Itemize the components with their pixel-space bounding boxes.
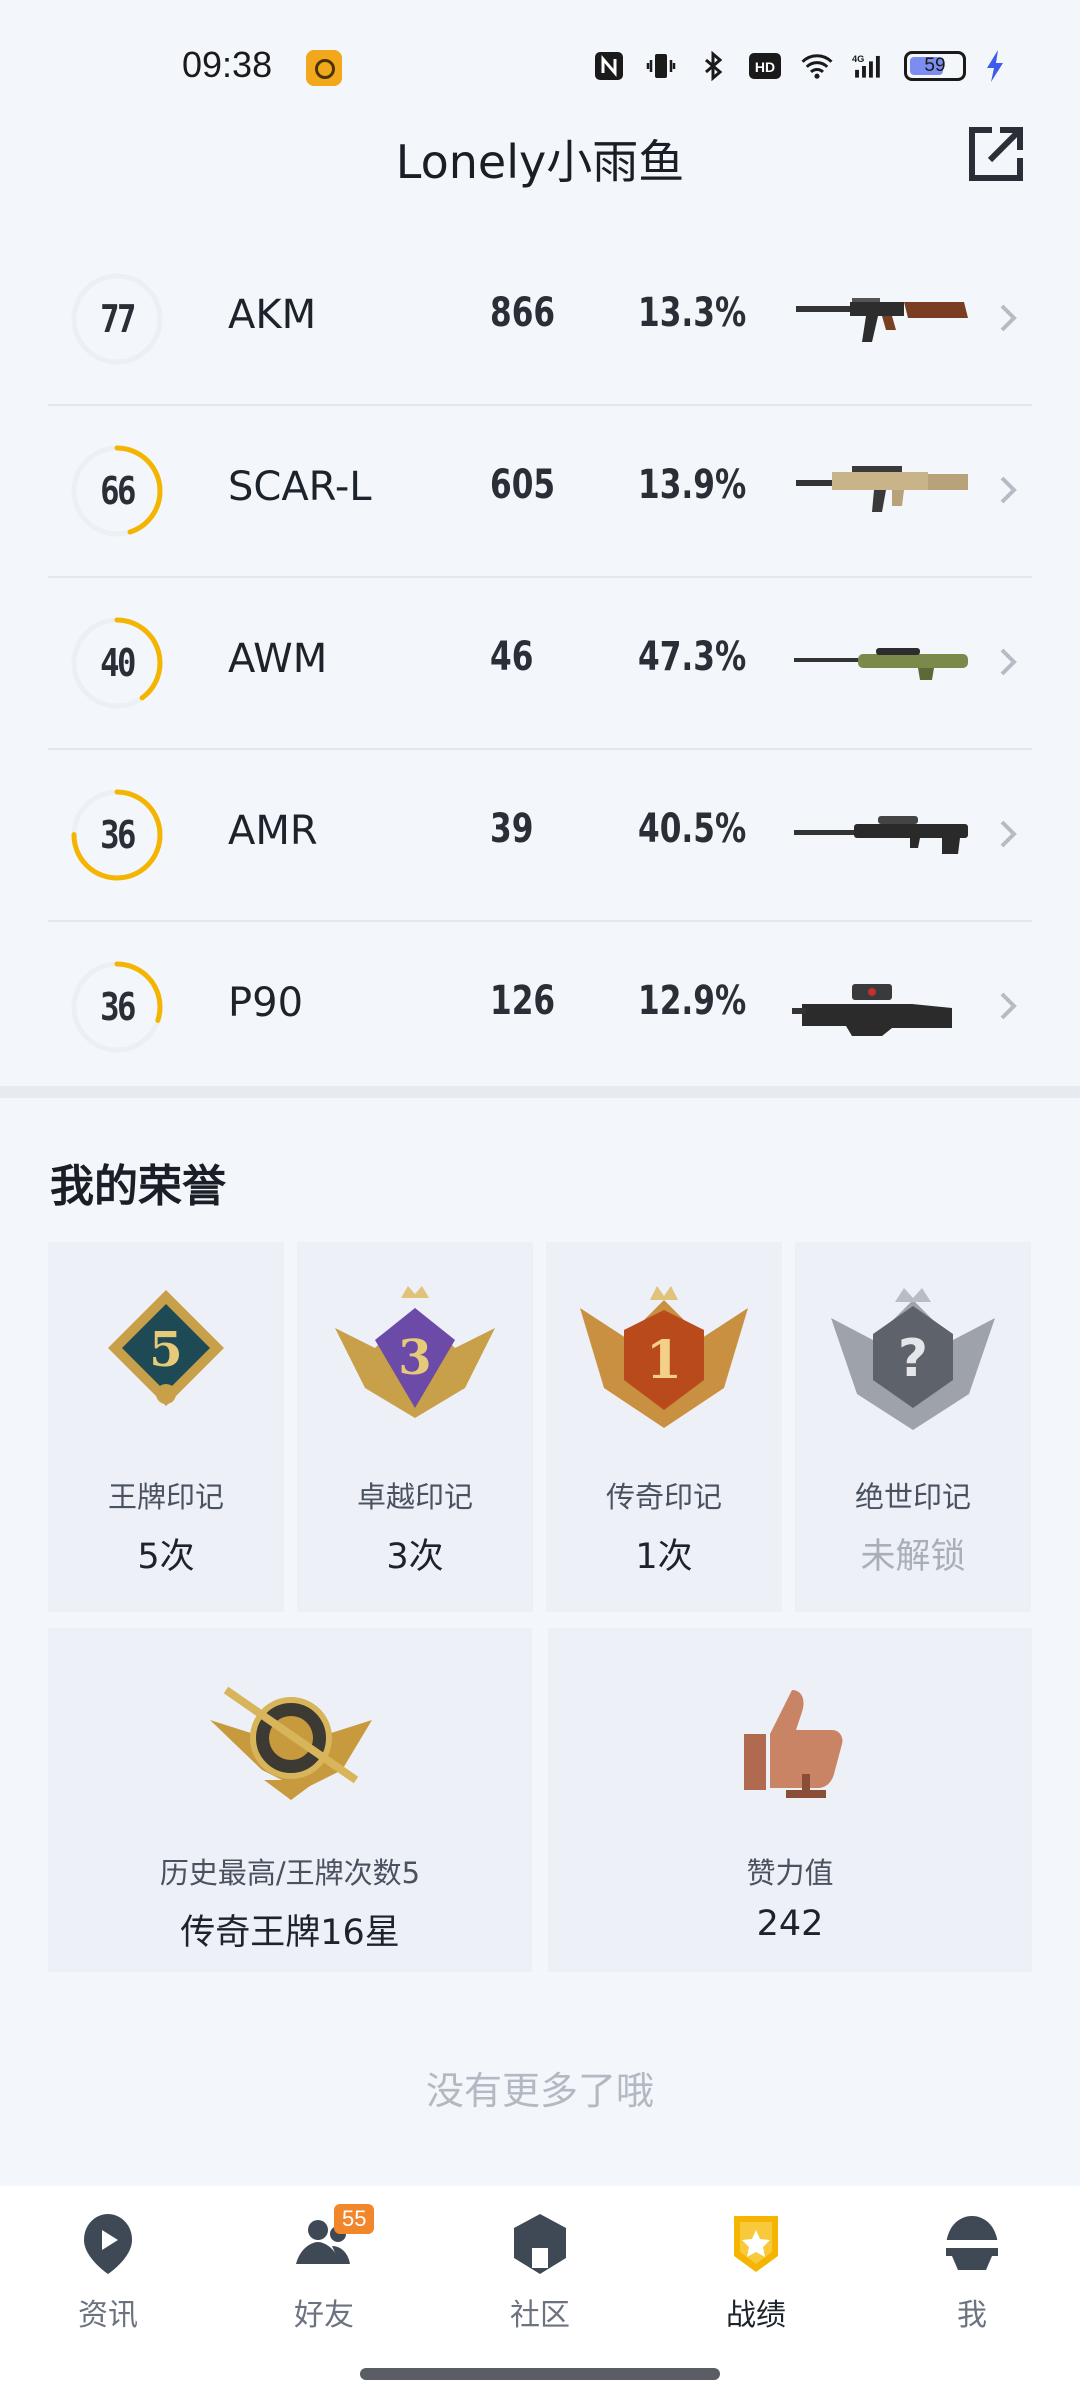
- friends-badge: 55: [334, 2204, 375, 2234]
- weapon-name: SCAR-L: [228, 464, 372, 510]
- legend-ace-rank-icon: [210, 1686, 372, 1800]
- likes-card[interactable]: 赞力值 242: [548, 1628, 1032, 1972]
- nav-news[interactable]: 资讯: [38, 2208, 178, 2334]
- badge-label: 绝世印记: [854, 1480, 971, 1514]
- highest-rank-value: 传奇王牌16星: [180, 1913, 400, 1953]
- legend-emblem-number: 1: [646, 1330, 682, 1391]
- badge-value: 未解锁: [860, 1537, 966, 1577]
- p90-smg-icon: [792, 984, 952, 1036]
- badge-value: 1次: [635, 1537, 693, 1577]
- legend-mark-badge-icon: 1: [580, 1286, 748, 1428]
- amr-sniper-icon: [794, 816, 968, 854]
- weapon-kills: 46: [490, 634, 534, 680]
- status-bar: 09:38 HD 4G 59: [0, 0, 1080, 130]
- weapon-level: 66: [100, 469, 136, 513]
- signal-4g-icon: 4G: [852, 49, 886, 83]
- peerless-mark-badge-icon: ?: [831, 1288, 995, 1430]
- chevron-right-icon: [1000, 992, 1017, 1020]
- weapon-row[interactable]: 36 AMR 39 40.5%: [48, 750, 1032, 922]
- svg-text:4G: 4G: [852, 54, 864, 64]
- weapon-name: AKM: [228, 292, 317, 338]
- excellence-emblem-number: 3: [398, 1330, 431, 1386]
- nav-friends[interactable]: 55 好友: [254, 2204, 394, 2334]
- badge-value: 3次: [386, 1537, 444, 1577]
- scar-l-rifle-icon: [796, 466, 968, 512]
- weapon-rate: 47.3%: [638, 634, 747, 680]
- weapon-row[interactable]: 77 AKM 866 13.3%: [48, 234, 1032, 406]
- peerless-emblem-symbol: ?: [898, 1329, 928, 1389]
- highest-rank-label: 历史最高/王牌次数5: [159, 1856, 421, 1890]
- weapon-rate: 40.5%: [638, 806, 747, 852]
- weapon-kills: 126: [490, 978, 556, 1024]
- weapon-name: AWM: [228, 636, 328, 682]
- awm-sniper-icon: [794, 648, 968, 680]
- section-divider: [0, 1086, 1080, 1098]
- me-helmet-icon: [946, 2216, 998, 2270]
- likes-value: 242: [756, 1904, 824, 1944]
- highest-rank-card[interactable]: 历史最高/王牌次数5 传奇王牌16星: [48, 1628, 532, 1972]
- weapon-kills: 39: [490, 806, 534, 852]
- chevron-right-icon: [1000, 476, 1017, 504]
- nav-me[interactable]: 我: [902, 2208, 1042, 2334]
- badge-label: 传奇印记: [605, 1480, 722, 1514]
- ace-mark-card[interactable]: 5 王牌印记 5次: [48, 1242, 284, 1612]
- battery-icon: 59: [904, 51, 966, 81]
- weapon-rate: 13.3%: [638, 290, 747, 336]
- honor-section-title: 我的荣誉: [50, 1161, 226, 1212]
- ace-mark-badge-icon: 5: [108, 1290, 224, 1406]
- nav-label: 好友: [294, 2298, 354, 2333]
- weapon-row[interactable]: 66 SCAR-L 605 13.9%: [48, 406, 1032, 578]
- svg-text:HD: HD: [755, 59, 775, 75]
- news-icon: [84, 2214, 132, 2274]
- nav-community[interactable]: 社区: [470, 2208, 610, 2334]
- weapon-row[interactable]: 36 P90 126 12.9%: [48, 922, 1032, 1092]
- nav-label: 战绩: [726, 2298, 786, 2333]
- badge-value: 5次: [137, 1537, 195, 1577]
- thumbs-up-icon: [744, 1690, 843, 1798]
- chevron-right-icon: [1000, 648, 1017, 676]
- vibrate-icon: [644, 49, 678, 83]
- nav-label: 我: [957, 2298, 987, 2333]
- battery-level: 59: [924, 55, 946, 76]
- likes-label: 赞力值: [746, 1856, 834, 1890]
- chevron-right-icon: [1000, 820, 1017, 848]
- share-icon[interactable]: [964, 122, 1028, 186]
- nav-label: 资讯: [78, 2298, 138, 2333]
- weapon-level: 40: [100, 641, 136, 685]
- excellence-mark-badge-icon: 3: [335, 1286, 495, 1418]
- home-indicator[interactable]: [360, 2368, 720, 2380]
- legend-mark-card[interactable]: 1 传奇印记 1次: [546, 1242, 782, 1612]
- hd-icon: HD: [748, 49, 782, 83]
- ace-emblem-number: 5: [149, 1322, 182, 1378]
- badge-label: 王牌印记: [107, 1480, 224, 1514]
- weapon-level: 36: [100, 813, 136, 857]
- chevron-right-icon: [1000, 304, 1017, 332]
- app-notification-icon: [306, 50, 342, 86]
- weapon-rate: 13.9%: [638, 462, 747, 508]
- record-icon: [734, 2216, 778, 2272]
- weapon-level: 36: [100, 985, 136, 1029]
- badge-label: 卓越印记: [356, 1480, 473, 1514]
- weapon-kills: 605: [490, 462, 556, 508]
- nav-label: 社区: [510, 2298, 570, 2333]
- bluetooth-icon: [696, 49, 730, 83]
- excellence-mark-card[interactable]: 3 卓越印记 3次: [297, 1242, 533, 1612]
- weapon-level: 77: [100, 297, 136, 341]
- page-title: Lonely小雨鱼: [395, 135, 685, 189]
- weapon-name: P90: [228, 980, 304, 1026]
- charging-icon: [987, 50, 1003, 82]
- nfc-icon: [592, 49, 626, 83]
- peerless-mark-card[interactable]: ? 绝世印记 未解锁: [795, 1242, 1031, 1612]
- community-icon: [514, 2214, 566, 2274]
- weapon-rate: 12.9%: [638, 978, 747, 1024]
- weapon-name: AMR: [228, 808, 318, 854]
- status-icons: HD 4G 59: [592, 48, 1006, 84]
- nav-record[interactable]: 战绩: [686, 2208, 826, 2334]
- weapon-row[interactable]: 40 AWM 46 47.3%: [48, 578, 1032, 750]
- akm-rifle-icon: [796, 298, 968, 342]
- status-time: 09:38: [182, 44, 273, 85]
- wifi-icon: [800, 49, 834, 83]
- end-of-list-text: 没有更多了哦: [425, 2069, 654, 2113]
- weapon-kills: 866: [490, 290, 556, 336]
